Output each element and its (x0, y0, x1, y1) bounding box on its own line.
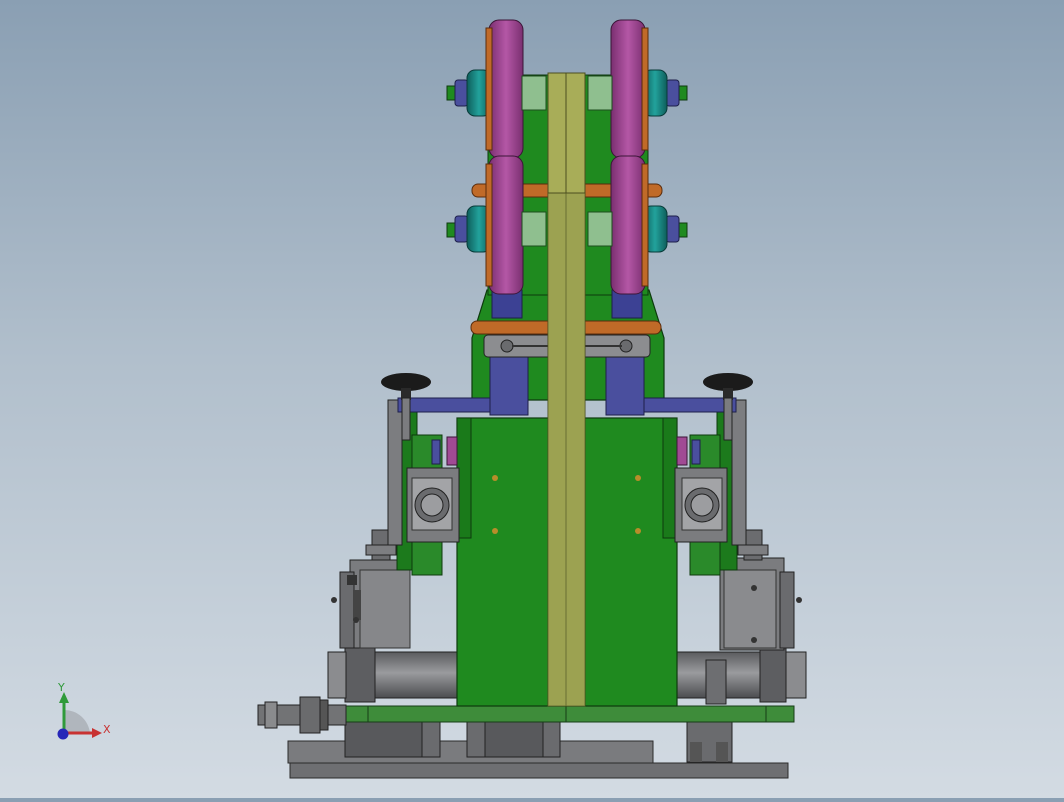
triad-x-label: X (103, 723, 111, 736)
green-base-plate (339, 705, 795, 723)
triad-y-label: Y (57, 681, 65, 694)
base-plate-bottom (289, 762, 789, 779)
axis-triad: Y X (57, 681, 111, 740)
triad-z-axis (57, 728, 69, 740)
cylinder-right (675, 647, 807, 705)
bearing-housing-right (674, 467, 728, 543)
bearing-housing-left (406, 467, 460, 543)
cad-viewport[interactable]: Y X (0, 0, 1064, 798)
base-assembly (257, 696, 795, 779)
cylinder-left (327, 647, 461, 703)
central-strip (547, 72, 586, 707)
